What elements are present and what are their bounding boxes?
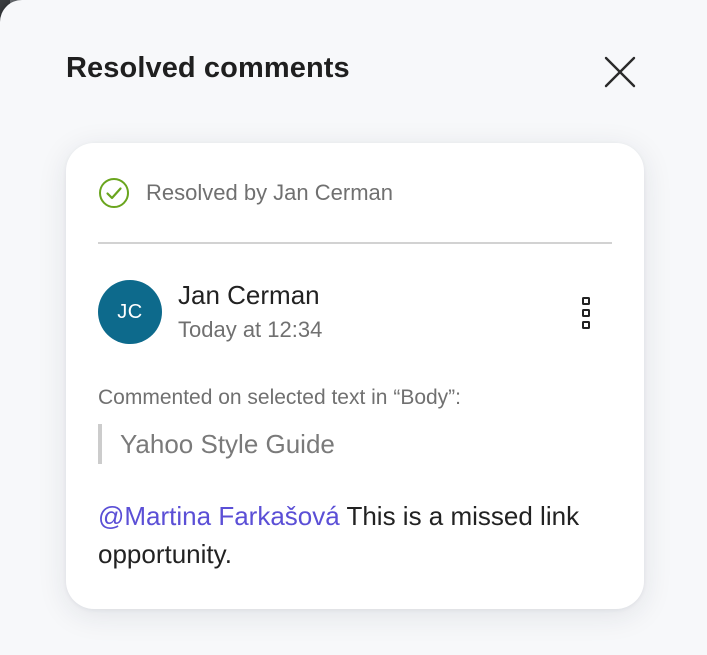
- more-options-button[interactable]: [572, 293, 600, 333]
- comment-context-label: Commented on selected text in “Body”:: [98, 386, 462, 409]
- close-button[interactable]: [600, 52, 640, 92]
- author-name: Jan Cerman: [178, 280, 320, 310]
- quoted-selection: Yahoo Style Guide: [98, 424, 335, 464]
- avatar: JC: [98, 280, 162, 344]
- divider: [98, 242, 612, 244]
- more-vertical-icon: [582, 297, 590, 329]
- quoted-text: Yahoo Style Guide: [120, 429, 335, 459]
- panel-title: Resolved comments: [66, 52, 350, 84]
- check-circle-icon: [99, 178, 129, 208]
- comment-body: @Martina Farkašová This is a missed link…: [98, 497, 618, 573]
- resolved-comments-panel: Resolved comments Resolved by Jan Cerman…: [0, 0, 707, 655]
- user-mention-link[interactable]: @Martina Farkašová: [98, 501, 340, 531]
- avatar-initials: JC: [117, 300, 143, 323]
- close-icon: [604, 56, 636, 88]
- resolved-comment-card: Resolved by Jan Cerman JC Jan Cerman Tod…: [66, 143, 644, 609]
- resolved-by-text: Resolved by Jan Cerman: [146, 180, 394, 205]
- comment-timestamp: Today at 12:34: [178, 317, 323, 342]
- resolved-status-row: Resolved by Jan Cerman: [98, 177, 393, 209]
